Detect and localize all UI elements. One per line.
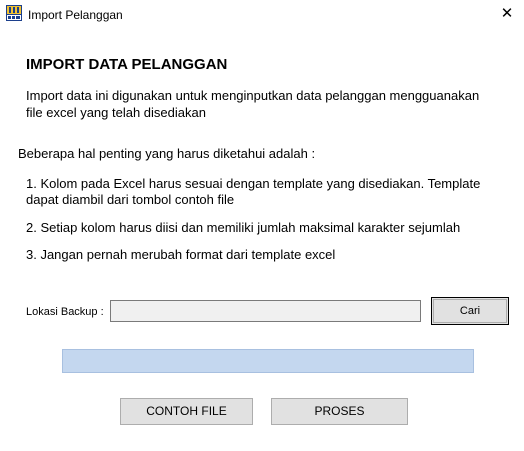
note-item-1: 1. Kolom pada Excel harus sesuai dengan … [26, 176, 481, 207]
close-button[interactable]: ✕ [496, 4, 518, 24]
note-item-2: 2. Setiap kolom harus diisi dan memiliki… [26, 220, 461, 235]
page-title: IMPORT DATA PELANGGAN [26, 56, 228, 73]
note-item-3: 3. Jangan pernah merubah format dari tem… [26, 247, 336, 262]
browse-button[interactable]: Cari [431, 297, 509, 325]
intro-text: Import data ini digunakan untuk menginpu… [26, 88, 480, 120]
backup-location-label: Lokasi Backup : [26, 306, 104, 318]
notes-heading: Beberapa hal penting yang harus diketahu… [18, 146, 316, 161]
window-title: Import Pelanggan [28, 8, 123, 22]
sample-file-button[interactable]: CONTOH FILE [120, 398, 253, 425]
title-bar: Import Pelanggan ✕ [0, 0, 524, 30]
pos-app-icon [6, 5, 22, 21]
backup-location-input[interactable] [110, 300, 421, 322]
progress-bar [62, 349, 474, 373]
process-button[interactable]: PROSES [271, 398, 408, 425]
close-icon: ✕ [500, 5, 514, 22]
